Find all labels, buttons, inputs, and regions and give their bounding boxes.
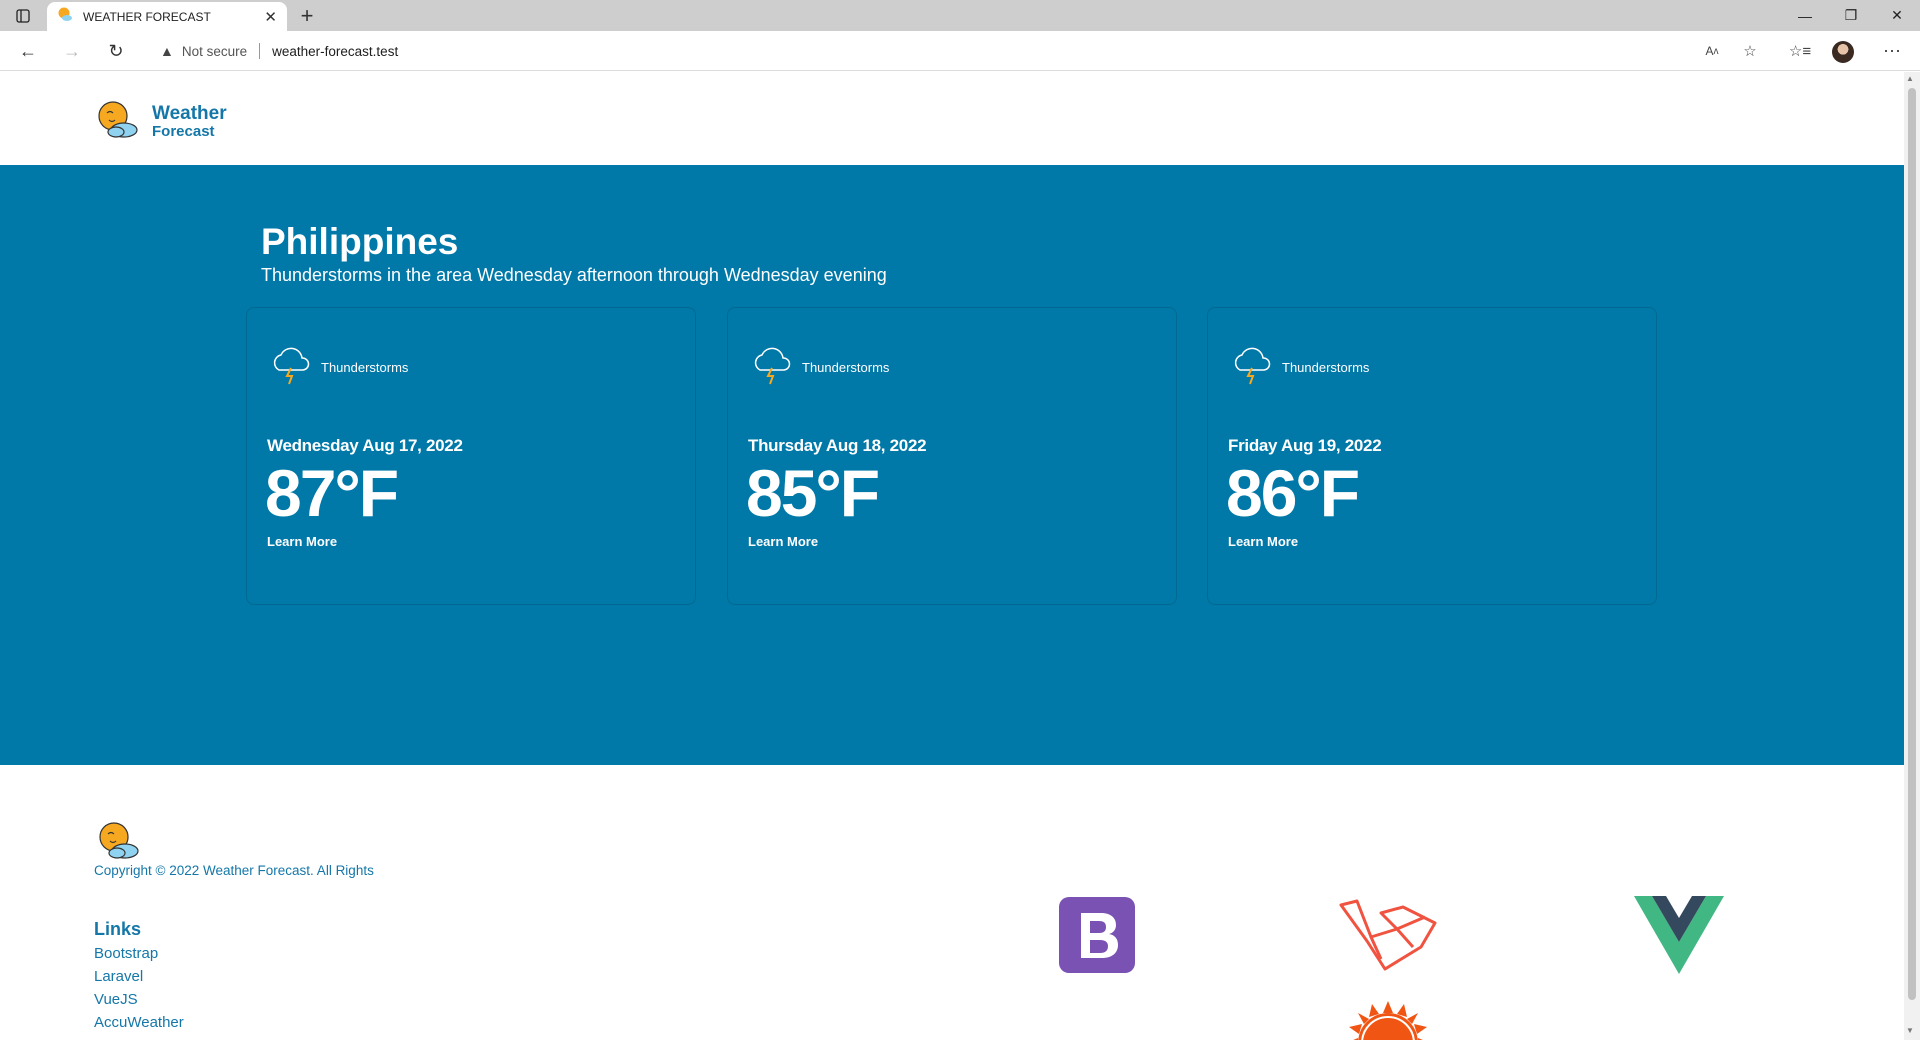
- favorites-icon[interactable]: ☆≡: [1782, 31, 1818, 71]
- footer-link-vuejs[interactable]: VueJS: [94, 991, 138, 1008]
- logo-subtitle: Forecast: [152, 123, 215, 140]
- tab-actions-icon[interactable]: [6, 0, 40, 31]
- forecast-date: Friday Aug 19, 2022: [1228, 436, 1382, 455]
- sun-cloud-logo-icon: [94, 820, 142, 865]
- learn-more-link[interactable]: Learn More: [267, 534, 337, 549]
- accuweather-logo-icon: [1346, 1001, 1430, 1040]
- site-header: Weather Forecast: [0, 72, 1904, 165]
- learn-more-link[interactable]: Learn More: [1228, 534, 1298, 549]
- vuejs-logo-icon: [1634, 896, 1724, 979]
- footer-link-accuweather[interactable]: AccuWeather: [94, 1014, 184, 1031]
- scroll-up-icon[interactable]: ▲: [1906, 74, 1914, 83]
- new-tab-icon[interactable]: +: [292, 2, 322, 30]
- forecast-card: Thunderstorms Friday Aug 19, 2022 86°F L…: [1207, 307, 1657, 605]
- security-label: Not secure: [181, 43, 248, 59]
- scroll-down-icon[interactable]: ▼: [1906, 1026, 1914, 1035]
- browser-tab[interactable]: WEATHER FORECAST ✕: [47, 2, 287, 31]
- forecast-temperature: 85°F: [746, 456, 880, 530]
- warning-icon: ▲: [160, 43, 174, 59]
- forecast-date: Thursday Aug 18, 2022: [748, 436, 927, 455]
- bootstrap-logo-icon: [1059, 897, 1135, 978]
- forward-icon[interactable]: →: [54, 31, 90, 71]
- condition-label: Thunderstorms: [321, 360, 409, 375]
- read-aloud-icon[interactable]: Aʌ: [1694, 31, 1730, 71]
- address-separator: [259, 43, 261, 59]
- condition-label: Thunderstorms: [802, 360, 890, 375]
- more-options-icon[interactable]: ⋯: [1874, 31, 1910, 71]
- copyright-text: Copyright © 2022 Weather Forecast. All R…: [94, 863, 374, 878]
- site-logo[interactable]: Weather Forecast: [94, 99, 227, 144]
- footer-link-laravel[interactable]: Laravel: [94, 968, 143, 985]
- forecast-card: Thunderstorms Thursday Aug 18, 2022 85°F…: [727, 307, 1177, 605]
- tab-title: WEATHER FORECAST: [83, 9, 211, 24]
- laravel-logo-icon: [1337, 899, 1437, 976]
- web-page: Weather Forecast Philippines Thunderstor…: [0, 72, 1904, 1040]
- forecast-date: Wednesday Aug 17, 2022: [267, 436, 463, 455]
- condition-label: Thunderstorms: [1282, 360, 1370, 375]
- minimize-icon[interactable]: —: [1782, 0, 1828, 31]
- logo-title: Weather: [152, 103, 227, 124]
- close-window-icon[interactable]: ✕: [1874, 0, 1920, 31]
- restore-icon[interactable]: ❐: [1828, 0, 1874, 31]
- learn-more-link[interactable]: Learn More: [748, 534, 818, 549]
- tab-favicon-icon: [57, 6, 73, 27]
- tab-close-icon[interactable]: ✕: [264, 8, 277, 26]
- thunderstorm-icon: [269, 344, 313, 391]
- address-bar[interactable]: ▲ Not secure weather-forecast.test: [146, 35, 1786, 67]
- profile-avatar[interactable]: [1832, 41, 1854, 63]
- thunderstorm-icon: [1230, 344, 1274, 391]
- location-title: Philippines: [261, 221, 459, 262]
- forecast-card: Thunderstorms Wednesday Aug 17, 2022 87°…: [246, 307, 696, 605]
- links-heading: Links: [94, 919, 142, 939]
- forecast-temperature: 87°F: [265, 456, 399, 530]
- browser-tab-strip: WEATHER FORECAST ✕ + — ❐ ✕: [0, 0, 1920, 31]
- sun-cloud-logo-icon: [94, 99, 140, 144]
- add-favorite-icon[interactable]: ☆: [1732, 31, 1768, 71]
- url-text: weather-forecast.test: [272, 43, 399, 59]
- back-icon[interactable]: ←: [10, 31, 46, 71]
- scrollbar-thumb[interactable]: [1908, 88, 1916, 1000]
- address-toolbar: ← → ↻ ▲ Not secure weather-forecast.test…: [0, 31, 1920, 71]
- forecast-hero: Philippines Thunderstorms in the area We…: [0, 165, 1904, 765]
- reload-icon[interactable]: ↻: [98, 31, 134, 71]
- forecast-temperature: 86°F: [1226, 456, 1360, 530]
- forecast-summary: Thunderstorms in the area Wednesday afte…: [261, 265, 887, 285]
- site-footer: Copyright © 2022 Weather Forecast. All R…: [0, 765, 1904, 1040]
- thunderstorm-icon: [750, 344, 794, 391]
- footer-link-bootstrap[interactable]: Bootstrap: [94, 945, 158, 962]
